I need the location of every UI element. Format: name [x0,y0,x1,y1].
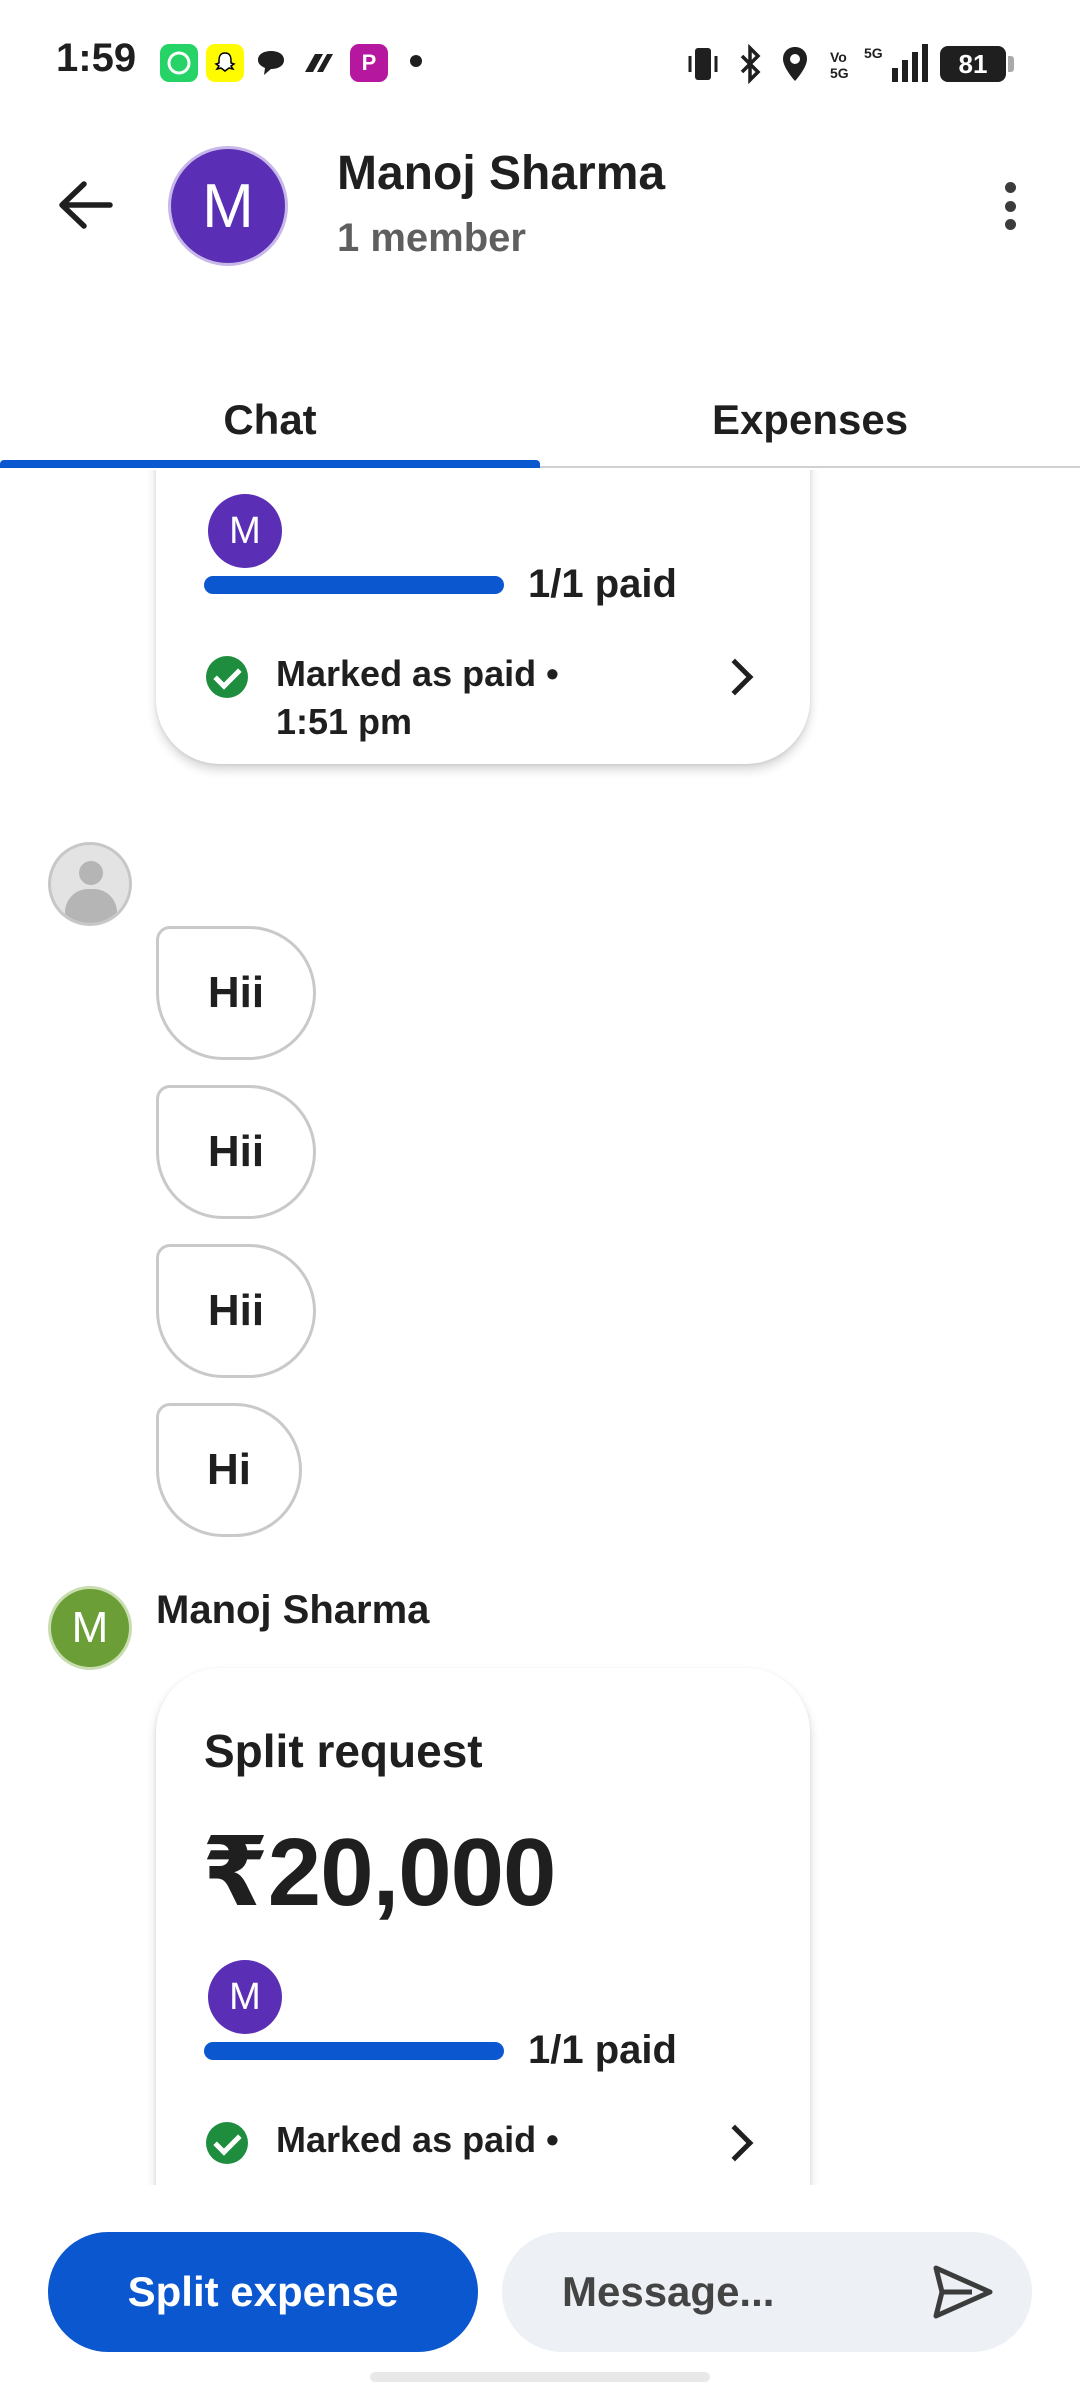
arrow-back-icon [59,181,113,229]
status-time: 1:59 [56,36,137,80]
split-request-card-previous[interactable]: M 1/1 paid Marked as paid • 1:51 pm [156,470,810,764]
message-bubble[interactable]: Hii [156,1244,316,1378]
send-button[interactable] [922,2256,1002,2328]
check-circle-icon [206,2122,248,2164]
paid-status: 1/1 paid [528,562,677,606]
split-request-title: Split request [204,1725,483,1777]
message-input[interactable] [562,2232,922,2352]
paytm-icon [300,44,338,82]
active-tab-indicator [0,460,540,468]
vibrate-icon [686,42,720,86]
whatsapp-icon [160,44,198,82]
svg-text:5G: 5G [864,45,883,61]
bluetooth-icon [736,42,764,86]
member-count: 1 member [337,216,526,260]
tab-expenses[interactable]: Expenses [540,372,1080,468]
back-button[interactable] [50,170,120,240]
split-request-card[interactable]: Split request ₹20,000 M 1/1 paid Marked … [156,1668,810,2185]
payer-avatar: M [208,494,282,568]
location-icon [778,42,812,86]
volte-icon: Vo 5G [828,42,852,86]
svg-text:5G: 5G [830,65,849,81]
marked-as-paid-text: Marked as paid • [276,2119,559,2160]
split-expense-button[interactable]: Split expense [48,2232,478,2352]
more-options-button[interactable] [990,176,1030,236]
payer-avatar: M [208,1960,282,2034]
snapchat-icon [206,44,244,82]
check-circle-icon [206,656,248,698]
gesture-bar[interactable] [370,2372,710,2382]
tab-bar: Chat Expenses [0,372,1080,468]
payment-progress-bar [204,576,504,594]
message-field[interactable] [502,2232,1032,2352]
sender-avatar[interactable]: M [48,1586,132,1670]
group-title[interactable]: Manoj Sharma [337,146,665,201]
chevron-right-icon[interactable] [716,2124,754,2162]
group-avatar[interactable]: M [168,146,288,266]
chat-bubble-icon [252,44,290,82]
message-bubble[interactable]: Hii [156,1085,316,1219]
signal-icon: 5G [862,42,928,86]
default-user-avatar[interactable] [48,842,132,926]
chevron-right-icon[interactable] [716,658,754,696]
more-notifications-dot [410,55,422,67]
paid-status: 1/1 paid [528,2028,677,2072]
split-amount: ₹20,000 [202,1819,556,1926]
sender-name: Manoj Sharma [156,1588,430,1632]
svg-text:Vo: Vo [830,49,847,65]
send-icon [933,2265,993,2319]
payment-progress-bar [204,2042,504,2060]
tab-chat[interactable]: Chat [0,372,540,468]
battery-icon: 81 [940,46,1014,82]
chat-messages[interactable]: M 1/1 paid Marked as paid • 1:51 pm Hii … [0,470,1080,2185]
more-vert-icon [1004,182,1016,193]
message-bubble[interactable]: Hii [156,926,316,1060]
marked-as-paid-text: Marked as paid • 1:51 pm [276,653,559,742]
message-bubble[interactable]: Hi [156,1403,302,1537]
phonepe-icon: P [350,44,388,82]
status-bar: 1:59 P Vo 5G 5G 81 [0,0,1080,120]
